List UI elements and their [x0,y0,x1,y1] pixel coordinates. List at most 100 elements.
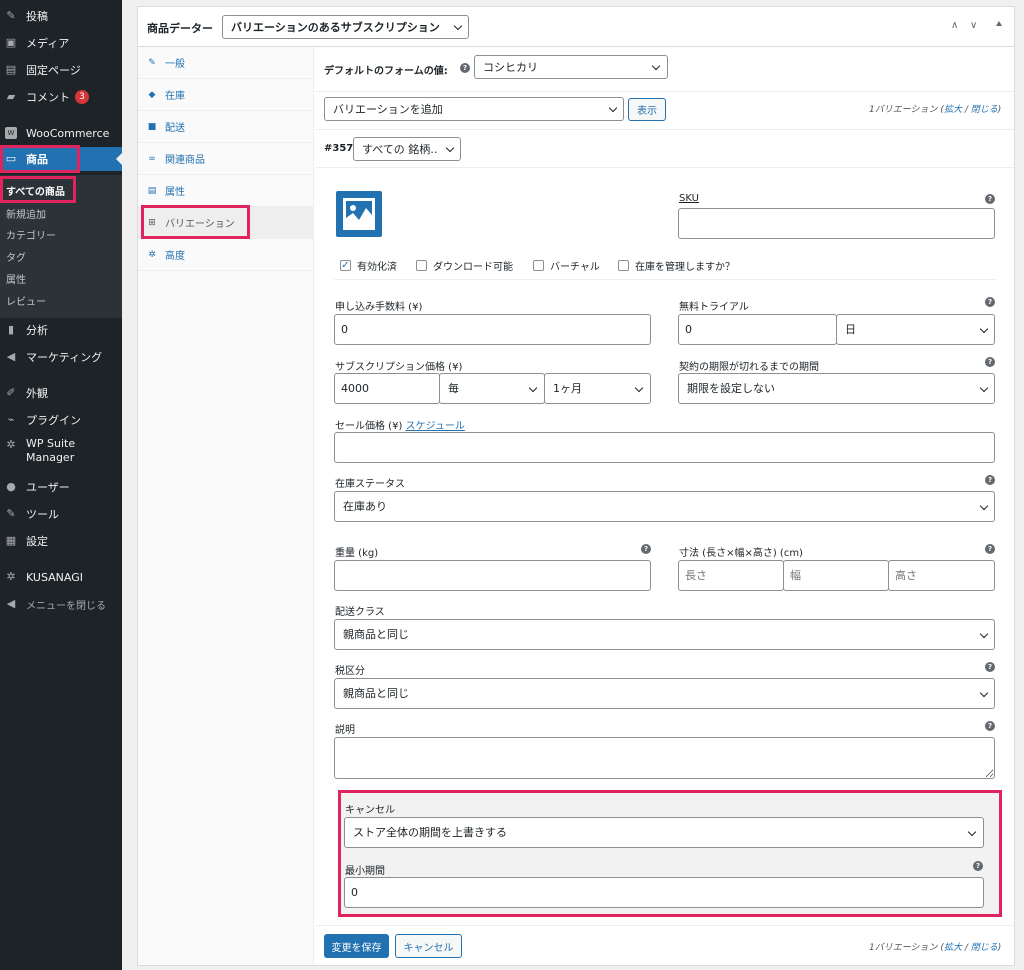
sku-input[interactable] [678,208,995,239]
sidebar-item-comments[interactable]: ▰ コメント 3 [0,85,122,109]
manage-stock-checkbox[interactable]: 在庫を管理しますか？ [618,258,735,273]
cancellation-select[interactable]: ストア全体の期間を上書きする [344,817,984,848]
help-icon[interactable]: ? [985,544,995,554]
add-variation-select[interactable]: バリエーションを追加 [324,97,624,121]
sidebar-item-analytics[interactable]: ▮ 分析 [0,318,122,342]
help-icon[interactable]: ? [985,721,995,731]
default-form-select[interactable]: コシヒカリ [474,55,668,79]
subscription-length-select[interactable]: 期限を設定しない [678,373,995,404]
link-icon: ∞ [148,153,156,164]
submenu-attributes[interactable]: 属性 [6,271,26,286]
checkbox-checked[interactable]: ✓ [340,260,351,271]
free-trial-input[interactable] [678,314,837,345]
tab-inventory[interactable]: ◆ 在庫 [138,79,313,111]
tab-general[interactable]: ✎ 一般 [138,47,313,79]
signup-fee-input[interactable] [334,314,651,345]
billing-period-select[interactable]: 1ヶ月 [544,373,651,404]
stock-status-select[interactable]: 在庫あり [334,491,995,522]
length-input[interactable] [678,560,784,591]
sidebar-item-tools[interactable]: ✎ ツール [0,502,122,526]
sidebar-item-kusanagi[interactable]: ✲ KUSANAGI [0,565,122,589]
signup-fee-label: 申し込み手数料 (¥) [335,302,423,313]
expand-link[interactable]: 拡大 [944,105,962,115]
tab-variations[interactable]: ⊞ バリエーション [138,207,313,239]
submenu-all-products[interactable]: すべての商品 [6,183,65,198]
divider [315,129,1014,130]
sidebar-item-products[interactable]: ▭ 商品 [0,147,122,171]
width-input[interactable] [783,560,889,591]
submenu-categories[interactable]: カテゴリー [6,227,56,242]
tab-linked-products[interactable]: ∞ 関連商品 [138,143,313,175]
min-period-input[interactable] [344,877,984,908]
sidebar-item-marketing[interactable]: ◀ マーケティング [0,345,122,369]
sidebar-item-settings[interactable]: ▦ 設定 [0,529,122,553]
help-icon[interactable]: ? [973,861,983,871]
close-link[interactable]: 閉じる [971,105,998,115]
help-icon[interactable]: ? [985,475,995,485]
page-icon: ▤ [5,63,17,76]
user-icon: ● [6,480,16,493]
help-icon[interactable]: ? [985,662,995,672]
tab-advanced[interactable]: ✲ 高度 [138,239,313,271]
enabled-checkbox[interactable]: ✓ 有効化済 [340,258,397,273]
tax-class-select[interactable]: 親商品と同じ [334,678,995,709]
billing-interval-select[interactable]: 毎 [439,373,545,404]
sidebar-item-woocommerce[interactable]: W WooCommerce [0,121,122,145]
subscription-price-input[interactable] [334,373,440,404]
product-type-select[interactable]: バリエーションのあるサブスクリプション [222,15,469,39]
gear-icon: ✲ [6,570,16,583]
submenu-tags[interactable]: タグ [6,249,26,264]
cancel-button[interactable]: キャンセル [395,934,462,958]
help-icon[interactable]: ? [985,194,995,204]
divider [315,925,1014,926]
stock-status-label: 在庫ステータス [335,479,405,490]
help-icon[interactable]: ? [985,297,995,307]
cancellation-section: キャンセル ストア全体の期間を上書きする 最小期間 ? [338,791,1002,917]
virtual-checkbox[interactable]: バーチャル [533,258,600,273]
image-icon [343,198,375,230]
sale-price-label: セール価格 (¥) スケジュール [335,421,465,432]
tax-class-label: 税区分 [335,666,365,677]
help-icon[interactable]: ? [641,544,651,554]
variation-id: #357 [324,143,354,154]
move-up-icon[interactable]: ∧ [951,20,958,31]
variation-image-placeholder[interactable] [336,191,382,237]
save-changes-button[interactable]: 変更を保存 [324,934,389,958]
height-input[interactable] [888,560,995,591]
tab-shipping[interactable]: ■ 配送 [138,111,313,143]
sidebar-item-appearance[interactable]: ✐ 外観 [0,381,122,405]
shipping-class-select[interactable]: 親商品と同じ [334,619,995,650]
product-data-panel: 商品データー バリエーションのあるサブスクリプション ∧ ∨ ✎ 一般 ◆ 在庫 ■… [137,6,1015,966]
sidebar-item-users[interactable]: ● ユーザー [0,475,122,499]
move-down-icon[interactable]: ∨ [970,20,977,31]
grid-icon: ⊞ [148,217,156,228]
expand-link[interactable]: 拡大 [944,943,962,953]
tab-attributes[interactable]: ▤ 属性 [138,175,313,207]
show-button[interactable]: 表示 [628,98,666,121]
downloadable-checkbox[interactable]: ダウンロード可能 [416,258,513,273]
collapse-menu-button[interactable]: ◀ メニューを閉じる [0,592,122,616]
help-icon[interactable]: ? [460,63,470,73]
help-icon[interactable]: ? [985,357,995,367]
variation-attribute-select[interactable]: すべての 銘柄… [353,137,461,161]
sale-price-input[interactable] [334,432,995,463]
free-trial-label: 無料トライアル [679,302,749,313]
sidebar-item-wp-suite-manager[interactable]: ✲ WP Suite Manager [0,437,122,469]
wrench-icon: ✎ [6,507,16,520]
close-link[interactable]: 閉じる [971,943,998,953]
sidebar-item-pages[interactable]: ▤ 固定ページ [0,58,122,82]
submenu-add-new[interactable]: 新規追加 [6,206,46,221]
free-trial-unit-select[interactable]: 日 [836,314,995,345]
sidebar-item-posts[interactable]: ✎ 投稿 [0,4,122,28]
sidebar-item-media[interactable]: ▣ メディア [0,31,122,55]
sidebar-item-plugins[interactable]: ⌁ プラグイン [0,408,122,432]
weight-label: 重量 (kg) [335,548,379,559]
submenu-reviews[interactable]: レビュー [6,293,46,308]
variation-count-footer: 1バリエーション (拡大 / 閉じる) [869,943,1002,953]
schedule-link[interactable]: スケジュール [406,421,465,432]
cancel-label: キャンセル [345,805,395,816]
collapse-panel-icon[interactable] [996,21,1002,26]
description-textarea[interactable] [334,737,995,779]
weight-input[interactable] [334,560,651,591]
media-icon: ▣ [5,36,17,49]
